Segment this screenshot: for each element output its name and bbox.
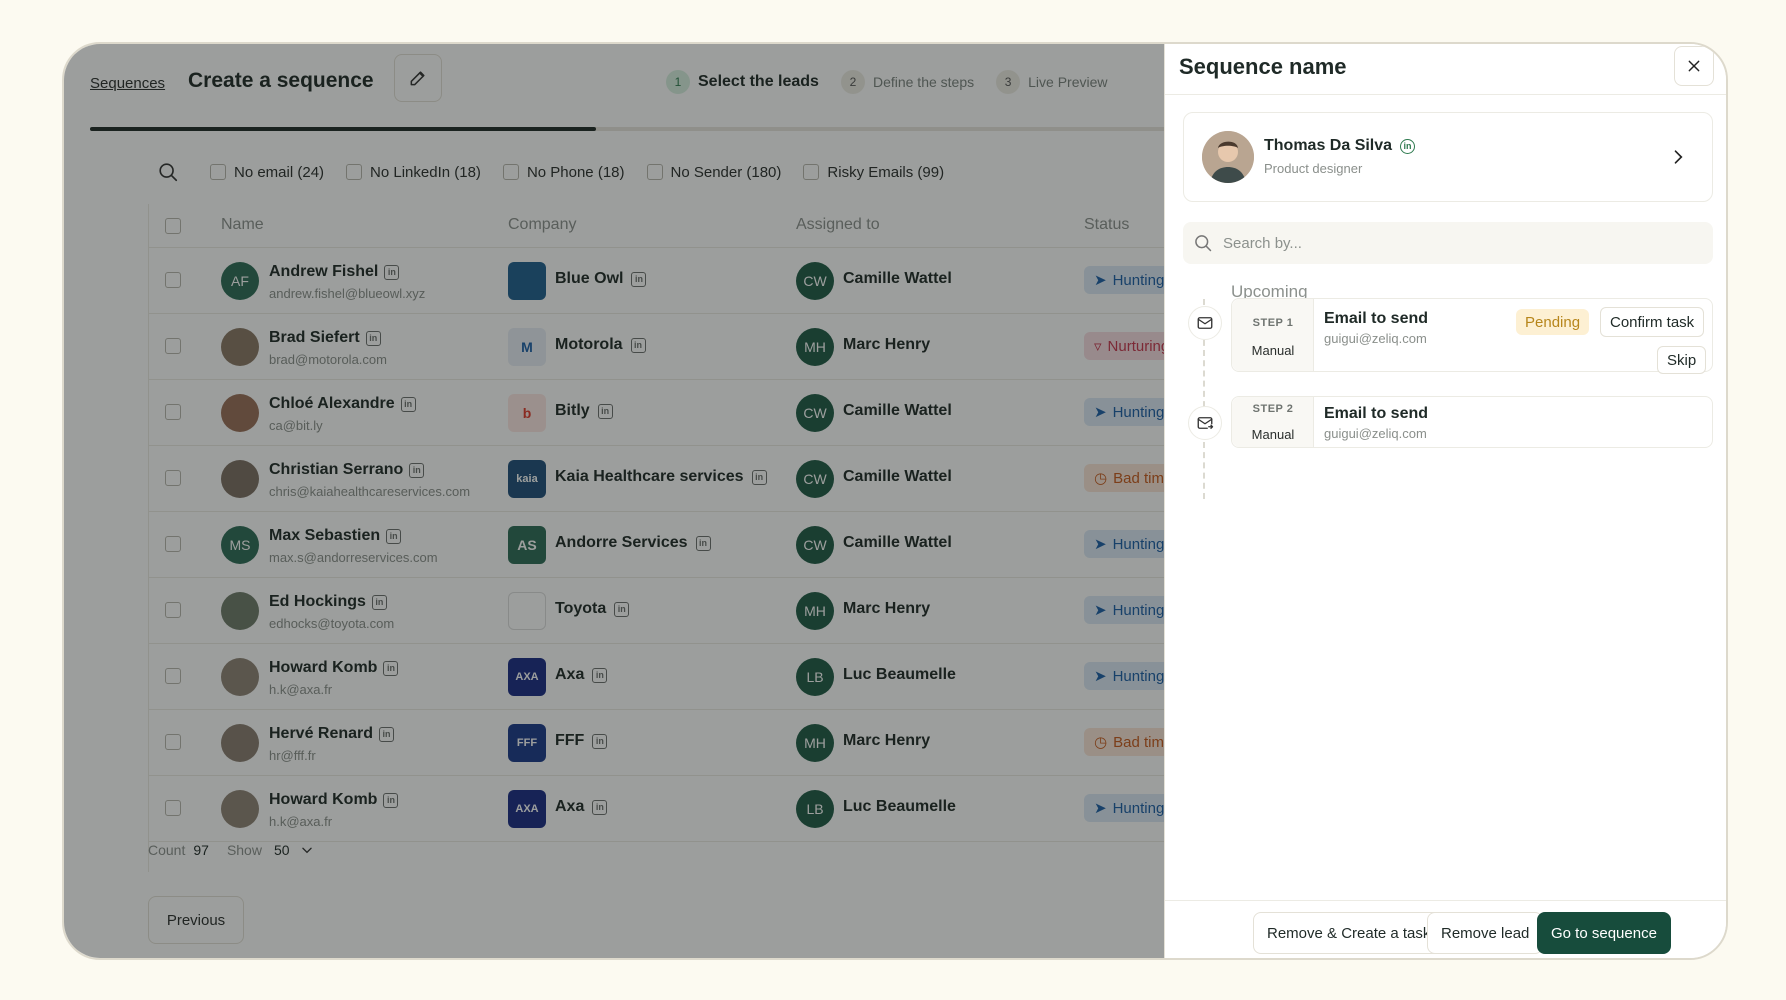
close-icon bbox=[1688, 60, 1700, 72]
timeline-email-send-icon bbox=[1188, 406, 1222, 440]
avatar bbox=[1202, 131, 1254, 183]
step-title: Email to send bbox=[1324, 310, 1429, 327]
profile-card[interactable]: Thomas Da Silva in Product designer bbox=[1183, 112, 1713, 202]
sequence-side-panel: Sequence name Thomas Da Silva in Product … bbox=[1164, 44, 1726, 958]
step-card-2[interactable]: STEP 2 Manual Email to send guigui@zeliq… bbox=[1231, 396, 1713, 448]
divider bbox=[1165, 900, 1726, 901]
search-input[interactable]: Search by... bbox=[1183, 222, 1713, 264]
search-icon bbox=[1195, 235, 1212, 252]
remove-lead-button[interactable]: Remove lead bbox=[1427, 912, 1544, 954]
pending-badge: Pending bbox=[1516, 309, 1590, 335]
remove-and-create-task-button[interactable]: Remove & Create a task bbox=[1253, 912, 1445, 954]
chevron-right-icon bbox=[1674, 150, 1683, 164]
app-window: Sequences Create a sequence 1 Select the… bbox=[62, 42, 1728, 960]
profile-name: Thomas Da Silva in bbox=[1264, 137, 1416, 155]
step-card-1[interactable]: STEP 1 Manual Email to send guigui@zeliq… bbox=[1231, 298, 1713, 374]
step-type: Manual bbox=[1251, 427, 1295, 442]
go-to-sequence-button[interactable]: Go to sequence bbox=[1537, 912, 1671, 954]
step-meta bbox=[1232, 299, 1314, 371]
close-button[interactable] bbox=[1674, 46, 1714, 86]
profile-role: Product designer bbox=[1264, 161, 1363, 176]
step-number: STEP 1 bbox=[1252, 317, 1294, 329]
divider bbox=[1165, 94, 1726, 95]
modal-overlay[interactable] bbox=[64, 44, 1170, 958]
confirm-task-button[interactable]: Confirm task bbox=[1600, 307, 1705, 337]
timeline-email-icon bbox=[1188, 306, 1222, 340]
skip-button[interactable]: Skip bbox=[1657, 346, 1707, 374]
step-email: guigui@zeliq.com bbox=[1324, 426, 1427, 441]
panel-title: Sequence name bbox=[1179, 54, 1347, 79]
linkedin-icon[interactable]: in bbox=[1400, 138, 1416, 154]
profile-name-text: Thomas Da Silva bbox=[1264, 137, 1393, 154]
search-placeholder: Search by... bbox=[1223, 234, 1302, 252]
step-type: Manual bbox=[1251, 343, 1295, 358]
step-email: guigui@zeliq.com bbox=[1324, 331, 1427, 346]
step-number: STEP 2 bbox=[1252, 403, 1294, 415]
step-title: Email to send bbox=[1324, 405, 1429, 422]
